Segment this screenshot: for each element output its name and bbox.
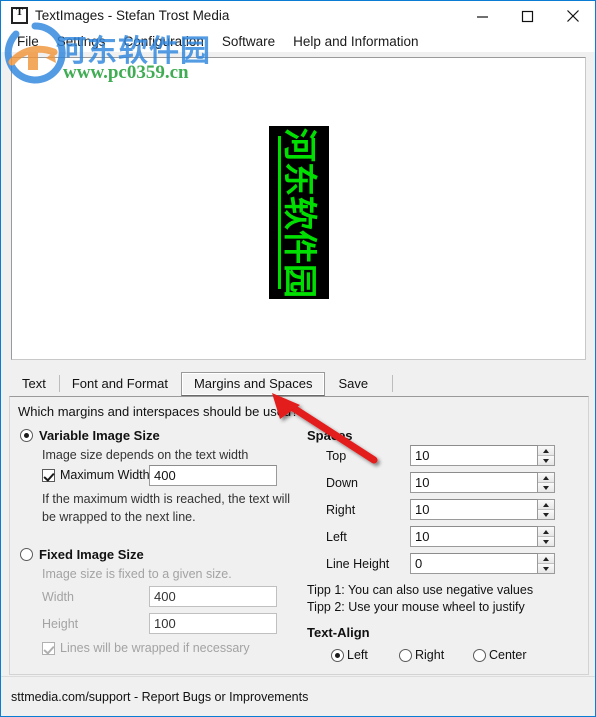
variable-image-size-description: Image size depends on the text width: [42, 448, 249, 462]
text-align-left-label: Left: [347, 648, 368, 662]
spinner-up-icon[interactable]: [538, 473, 554, 482]
space-right-stepper[interactable]: 10: [410, 499, 555, 520]
fixed-image-size-option[interactable]: Fixed Image Size: [20, 547, 144, 562]
maximum-width-input[interactable]: 400: [149, 465, 277, 486]
text-align-left-radio[interactable]: [331, 648, 344, 662]
space-top-label: Top: [326, 449, 347, 463]
space-top-spinner[interactable]: [538, 445, 555, 466]
app-icon: [11, 6, 28, 24]
spinner-up-icon[interactable]: [538, 527, 554, 536]
maximize-icon[interactable]: [505, 1, 550, 31]
generated-image: 河东软件园: [268, 126, 329, 299]
fixed-width-label: Width: [42, 590, 74, 604]
text-align-right-option[interactable]: Right: [399, 648, 444, 662]
space-left-spinner[interactable]: [538, 526, 555, 547]
fixed-image-size-radio[interactable]: [20, 548, 33, 561]
space-top-stepper[interactable]: 10: [410, 445, 555, 466]
variable-image-size-radio[interactable]: [20, 429, 33, 442]
variable-note-line-1: If the maximum width is reached, the tex…: [42, 492, 291, 506]
text-align-center-label: Center: [489, 648, 527, 662]
spinner-down-icon[interactable]: [538, 482, 554, 492]
spinner-up-icon[interactable]: [538, 500, 554, 509]
variable-note-line-2: be wrapped to the next line.: [42, 510, 196, 524]
space-down-label: Down: [326, 476, 358, 490]
close-icon[interactable]: [550, 1, 595, 31]
tip-2: Tipp 2: Use your mouse wheel to justify: [307, 600, 525, 614]
fixed-image-size-label: Fixed Image Size: [39, 547, 144, 562]
fixed-height-label: Height: [42, 617, 79, 631]
space-right-label: Right: [326, 503, 356, 517]
space-down-stepper[interactable]: 10: [410, 472, 555, 493]
window-controls: [460, 1, 595, 31]
menu-item-configuration[interactable]: Configuration: [115, 33, 213, 50]
line-height-stepper[interactable]: 0: [410, 553, 555, 574]
menu-item-settings[interactable]: Settings: [48, 33, 115, 50]
tab-margins-and-spaces[interactable]: Margins and Spaces: [180, 372, 326, 396]
text-align-center-option[interactable]: Center: [473, 648, 527, 662]
line-height-spinner[interactable]: [538, 553, 555, 574]
settings-panel: Which margins and interspaces should be …: [9, 396, 589, 675]
space-right-spinner[interactable]: [538, 499, 555, 520]
space-top-input[interactable]: 10: [410, 445, 538, 466]
maximum-width-option[interactable]: Maximum Width: [42, 468, 150, 482]
window-title: TextImages - Stefan Trost Media: [35, 8, 230, 23]
lines-wrapped-option[interactable]: Lines will be wrapped if necessary: [42, 641, 250, 655]
maximum-width-checkbox[interactable]: [42, 468, 55, 482]
text-align-right-label: Right: [415, 648, 445, 662]
spinner-down-icon[interactable]: [538, 509, 554, 519]
spinner-down-icon[interactable]: [538, 536, 554, 546]
fixed-width-input[interactable]: 400: [149, 586, 277, 607]
space-down-input[interactable]: 10: [410, 472, 538, 493]
status-bar: sttmedia.com/support - Report Bugs or Im…: [1, 676, 595, 716]
support-link[interactable]: sttmedia.com/support - Report Bugs or Im…: [11, 690, 308, 704]
space-left-input[interactable]: 10: [410, 526, 538, 547]
space-right-input[interactable]: 10: [410, 499, 538, 520]
menu-bar: File Settings Configuration Software Hel…: [1, 30, 595, 52]
minimize-icon[interactable]: [460, 1, 505, 31]
text-align-right-radio[interactable]: [399, 648, 412, 662]
fixed-image-size-description: Image size is fixed to a given size.: [42, 567, 232, 581]
text-align-left-option[interactable]: Left: [331, 648, 368, 662]
space-left-label: Left: [326, 530, 347, 544]
maximum-width-label: Maximum Width: [60, 468, 150, 482]
line-height-input[interactable]: 0: [410, 553, 538, 574]
spinner-down-icon[interactable]: [538, 563, 554, 573]
lines-wrapped-label: Lines will be wrapped if necessary: [60, 641, 250, 655]
space-down-spinner[interactable]: [538, 472, 555, 493]
spinner-down-icon[interactable]: [538, 455, 554, 465]
panel-question: Which margins and interspaces should be …: [18, 404, 299, 419]
tab-separator: [392, 375, 394, 392]
variable-image-size-option[interactable]: Variable Image Size: [20, 428, 160, 443]
line-height-label: Line Height: [326, 557, 390, 571]
spinner-up-icon[interactable]: [538, 554, 554, 563]
variable-image-size-label: Variable Image Size: [39, 428, 160, 443]
tip-1: Tipp 1: You can also use negative values: [307, 583, 534, 597]
generated-image-text: 河东软件园: [278, 127, 319, 298]
tab-font-and-format[interactable]: Font and Format: [58, 372, 181, 396]
title-bar: TextImages - Stefan Trost Media: [1, 0, 595, 30]
menu-item-help-and-information[interactable]: Help and Information: [284, 33, 427, 50]
text-align-center-radio[interactable]: [473, 648, 486, 662]
tab-strip: Text Font and Format Margins and Spaces …: [9, 372, 589, 396]
spinner-up-icon[interactable]: [538, 446, 554, 455]
menu-item-file[interactable]: File: [8, 33, 48, 50]
preview-inner: 河东软件园: [12, 58, 585, 359]
fixed-height-input[interactable]: 100: [149, 613, 277, 634]
tab-save[interactable]: Save: [325, 372, 381, 396]
lines-wrapped-checkbox[interactable]: [42, 641, 55, 655]
spaces-group-title: Spaces: [307, 428, 353, 443]
tab-text[interactable]: Text: [9, 372, 59, 396]
image-preview-panel[interactable]: 河东软件园: [11, 57, 586, 360]
application-window: TextImages - Stefan Trost Media File Set…: [0, 0, 596, 717]
space-left-stepper[interactable]: 10: [410, 526, 555, 547]
text-align-title: Text-Align: [307, 625, 370, 640]
menu-item-software[interactable]: Software: [213, 33, 284, 50]
